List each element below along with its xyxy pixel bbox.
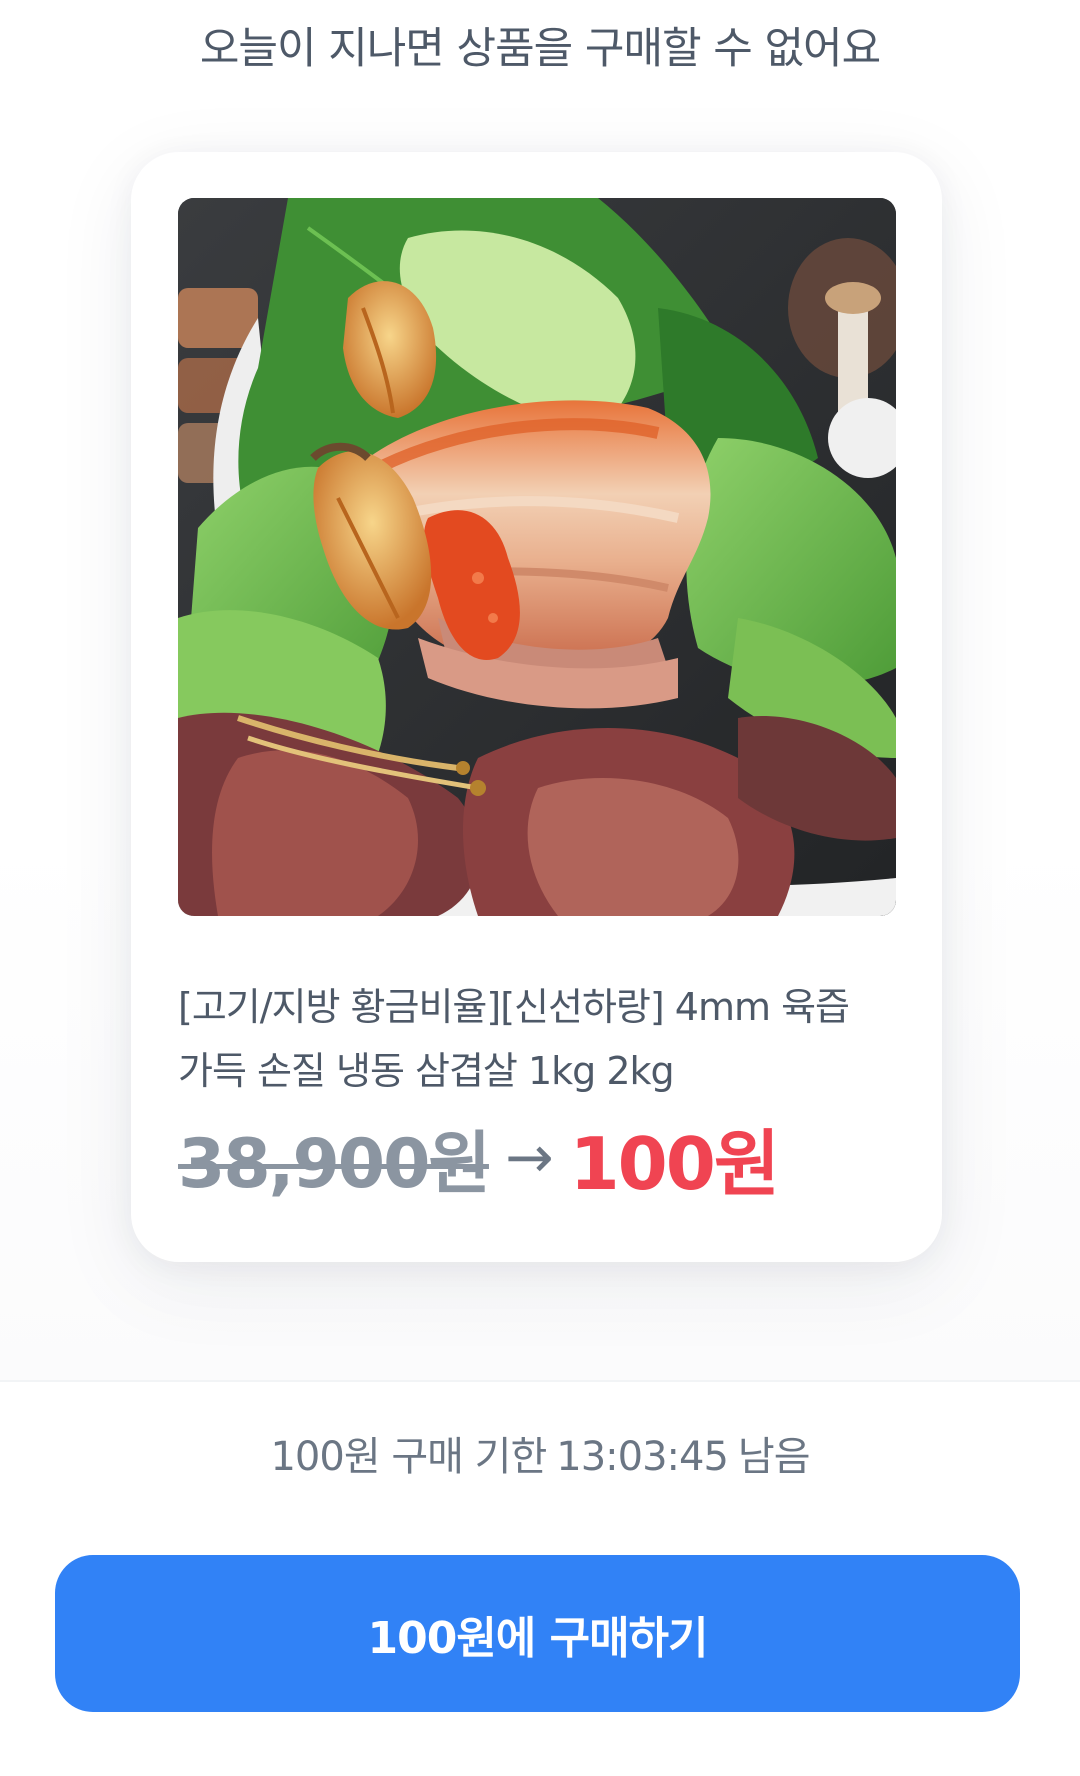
- section-divider: [0, 1380, 1080, 1382]
- buy-button[interactable]: 100원에 구매하기: [55, 1555, 1020, 1712]
- product-title-line2: 가득 손질 냉동 삼겹살 1kg 2kg: [178, 1049, 675, 1093]
- headline: 오늘이 지나면 상품을 구매할 수 없어요: [199, 24, 881, 74]
- product-card[interactable]: [고기/지방 황금비율][신선하랑] 4mm 육즙 가득 손질 냉동 삼겹살 1…: [131, 152, 942, 1262]
- countdown-timer: 13:03:45: [556, 1434, 729, 1480]
- product-image: [178, 198, 896, 916]
- price-row: 38,900원 → 100원: [178, 1112, 898, 1206]
- product-title: [고기/지방 황금비율][신선하랑] 4mm 육즙 가득 손질 냉동 삼겹살 1…: [178, 975, 898, 1103]
- product-section: 오늘이 지나면 상품을 구매할 수 없어요 [고기/지방 황금비율][신선하랑]…: [0, 0, 1080, 1380]
- purchase-deadline: 100원 구매 기한 13:03:45 남음: [0, 1424, 1080, 1482]
- sale-price: 100원: [569, 1121, 781, 1206]
- arrow-right-icon: →: [504, 1123, 554, 1191]
- original-price: 38,900원: [178, 1124, 491, 1204]
- deadline-prefix: 100원 구매 기한: [270, 1434, 547, 1480]
- purchase-page: 오늘이 지나면 상품을 구매할 수 없어요 [고기/지방 황금비율][신선하랑]…: [0, 0, 1080, 1776]
- pork-belly-wrap-illustration: [178, 198, 896, 916]
- deadline-suffix: 남음: [737, 1434, 811, 1480]
- product-title-line1: [고기/지방 황금비율][신선하랑] 4mm 육즙: [178, 985, 850, 1029]
